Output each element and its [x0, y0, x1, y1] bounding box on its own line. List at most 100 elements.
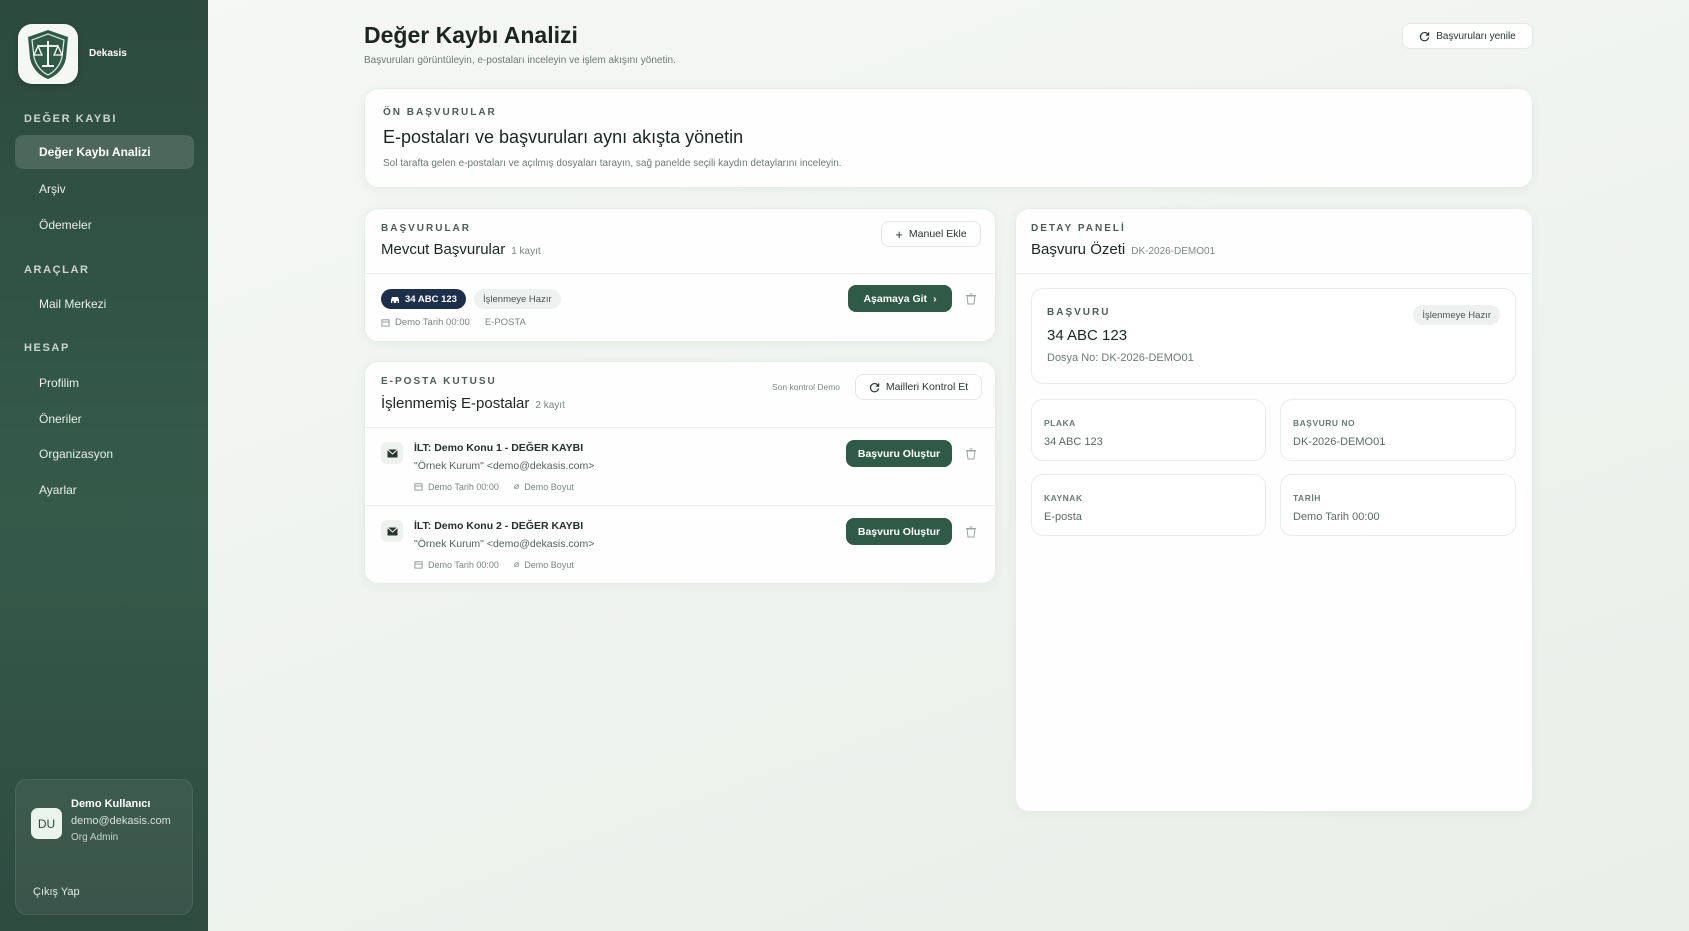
chevron-right-icon: ›: [933, 292, 937, 305]
divider: [365, 427, 995, 428]
email-meta: Demo Tarih 00:00 ⌀ Demo Boyut: [414, 559, 574, 570]
hero-eyebrow: ÖN BAŞVURULAR: [383, 107, 497, 118]
inbox-count: 2 kayıt: [535, 400, 565, 411]
go-to-stage-label: Aşamaya Git: [863, 292, 928, 305]
field-label: TARİH: [1293, 493, 1321, 503]
field-label: KAYNAK: [1044, 493, 1083, 503]
brand-name: Dekasis: [89, 48, 127, 59]
user-card: DU Demo Kullanıcı demo@dekasis.com Org A…: [15, 779, 193, 915]
nav-section-hesap: HESAP: [24, 342, 70, 354]
trash-icon[interactable]: [964, 525, 978, 539]
create-application-button[interactable]: Başvuru Oluştur: [846, 440, 952, 467]
divider: [1016, 273, 1532, 274]
field-label: PLAKA: [1044, 418, 1076, 428]
sidebar-item-oneriler[interactable]: Öneriler: [15, 402, 194, 436]
email-subject[interactable]: İLT: Demo Konu 1 - DEĞER KAYBI: [414, 442, 583, 454]
sidebar-item-deger-kaybi-analizi[interactable]: Değer Kaybı Analizi: [15, 135, 194, 169]
email-meta: Demo Tarih 00:00 ⌀ Demo Boyut: [414, 481, 574, 492]
logo[interactable]: [18, 24, 78, 84]
go-to-stage-button[interactable]: Aşamaya Git ›: [848, 285, 952, 312]
sidebar-item-profilim[interactable]: Profilim: [15, 366, 194, 400]
email-size: Demo Boyut: [524, 559, 574, 570]
user-email: demo@dekasis.com: [71, 815, 171, 827]
email-date: Demo Tarih 00:00: [428, 559, 499, 570]
logout-link[interactable]: Çıkış Yap: [33, 886, 80, 898]
field-kaynak: KAYNAK E-posta: [1031, 474, 1266, 536]
field-basvuru-no: BAŞVURU NO DK-2026-DEMO01: [1280, 399, 1516, 461]
inbox-title: İşlenmemiş E-postalar 2 kayıt: [381, 395, 565, 412]
summary-plate: 34 ABC 123: [1047, 327, 1128, 344]
plate-text: 34 ABC 123: [405, 293, 457, 305]
manual-add-label: Manuel Ekle: [908, 228, 967, 240]
email-size: Demo Boyut: [524, 481, 574, 492]
application-meta: Demo Tarih 00:00 E-POSTA: [381, 317, 526, 328]
applications-title: Mevcut Başvurular 1 kayıt: [381, 241, 541, 258]
detail-file-code: DK-2026-DEMO01: [1131, 246, 1216, 257]
sidebar-item-ayarlar[interactable]: Ayarlar: [15, 473, 194, 507]
field-value: DK-2026-DEMO01: [1293, 436, 1386, 448]
field-label: BAŞVURU NO: [1293, 418, 1356, 428]
application-summary-box: BAŞVURU 34 ABC 123 Dosya No: DK-2026-DEM…: [1031, 288, 1516, 384]
inbox-eyebrow: E-POSTA KUTUSU: [381, 376, 497, 387]
refresh-icon: [1420, 31, 1430, 41]
applications-card: BAŞVURULAR Mevcut Başvurular 1 kayıt + Ma…: [364, 208, 996, 342]
refresh-label: Başvuruları yenile: [1436, 30, 1516, 42]
detail-title-text: Başvuru Özeti: [1031, 241, 1126, 258]
check-mails-button[interactable]: Mailleri Kontrol Et: [855, 374, 982, 400]
divider: [365, 273, 995, 274]
plate-badge: 34 ABC 123: [381, 289, 466, 309]
summary-file-no: Dosya No: DK-2026-DEMO01: [1047, 352, 1194, 364]
user-role: Org Admin: [71, 832, 119, 843]
applications-eyebrow: BAŞVURULAR: [381, 223, 471, 234]
manual-add-button[interactable]: + Manuel Ekle: [881, 221, 981, 247]
field-plaka: PLAKA 34 ABC 123: [1031, 399, 1266, 461]
page-title: Değer Kaybı Analizi: [364, 22, 578, 48]
inbox-card: E-POSTA KUTUSU İşlenmemiş E-postalar 2 ka…: [364, 361, 996, 584]
sidebar: Dekasis DEĞER KAYBI Değer Kaybı Analizi …: [0, 0, 208, 931]
field-value: 34 ABC 123: [1044, 436, 1103, 448]
calendar-icon: [414, 483, 423, 491]
user-name: Demo Kullanıcı: [71, 798, 151, 810]
calendar-icon: [414, 561, 423, 569]
field-value: Demo Tarih 00:00: [1293, 511, 1380, 523]
divider: [365, 505, 995, 506]
check-mails-label: Mailleri Kontrol Et: [885, 381, 969, 393]
plus-icon: +: [895, 226, 903, 242]
detail-panel: DETAY PANELİ Başvuru Özeti DK-2026-DEMO01…: [1015, 208, 1533, 812]
application-date: Demo Tarih 00:00: [395, 317, 470, 328]
trash-icon[interactable]: [964, 447, 978, 461]
calendar-icon: [381, 319, 390, 327]
sidebar-item-organizasyon[interactable]: Organizasyon: [15, 437, 194, 471]
email-from: "Örnek Kurum" <demo@dekasis.com>: [414, 460, 595, 472]
field-tarih: TARİH Demo Tarih 00:00: [1280, 474, 1516, 536]
field-value: E-posta: [1044, 511, 1082, 523]
nav-section-deger-kaybi: DEĞER KAYBI: [24, 113, 117, 125]
applications-count: 1 kayıt: [511, 246, 541, 257]
status-badge: İşlenmeye Hazır: [474, 289, 561, 309]
email-subject[interactable]: İLT: Demo Konu 2 - DEĞER KAYBI: [414, 520, 583, 532]
sidebar-item-arsiv[interactable]: Arşiv: [15, 172, 194, 206]
last-check-text: Son kontrol Demo: [772, 382, 841, 392]
sidebar-item-odemeler[interactable]: Ödemeler: [15, 208, 194, 242]
paperclip-icon: ⌀: [513, 559, 520, 569]
shield-scales-icon: [28, 30, 68, 79]
summary-status-badge: İşlenmeye Hazır: [1413, 305, 1500, 325]
inbox-title-text: İşlenmemiş E-postalar: [381, 395, 530, 412]
trash-icon[interactable]: [964, 292, 978, 306]
mail-icon: [381, 442, 403, 464]
applications-title-text: Mevcut Başvurular: [381, 241, 506, 258]
hero-card: ÖN BAŞVURULAR E-postaları ve başvuruları…: [364, 88, 1533, 188]
email-from: "Örnek Kurum" <demo@dekasis.com>: [414, 538, 595, 550]
application-source: E-POSTA: [484, 317, 526, 328]
avatar: DU: [31, 808, 62, 839]
nav-section-araclar: ARAÇLAR: [24, 264, 90, 276]
page-subtitle: Başvuruları görüntüleyin, e-postaları in…: [364, 55, 676, 66]
detail-title: Başvuru Özeti DK-2026-DEMO01: [1031, 241, 1215, 258]
detail-eyebrow: DETAY PANELİ: [1031, 223, 1126, 234]
sidebar-item-mail-merkezi[interactable]: Mail Merkezi: [15, 287, 194, 321]
summary-eyebrow: BAŞVURU: [1047, 307, 1111, 318]
refresh-icon: [869, 382, 880, 392]
refresh-applications-button[interactable]: Başvuruları yenile: [1402, 23, 1533, 49]
create-application-button[interactable]: Başvuru Oluştur: [846, 518, 952, 545]
mail-icon: [381, 520, 403, 542]
